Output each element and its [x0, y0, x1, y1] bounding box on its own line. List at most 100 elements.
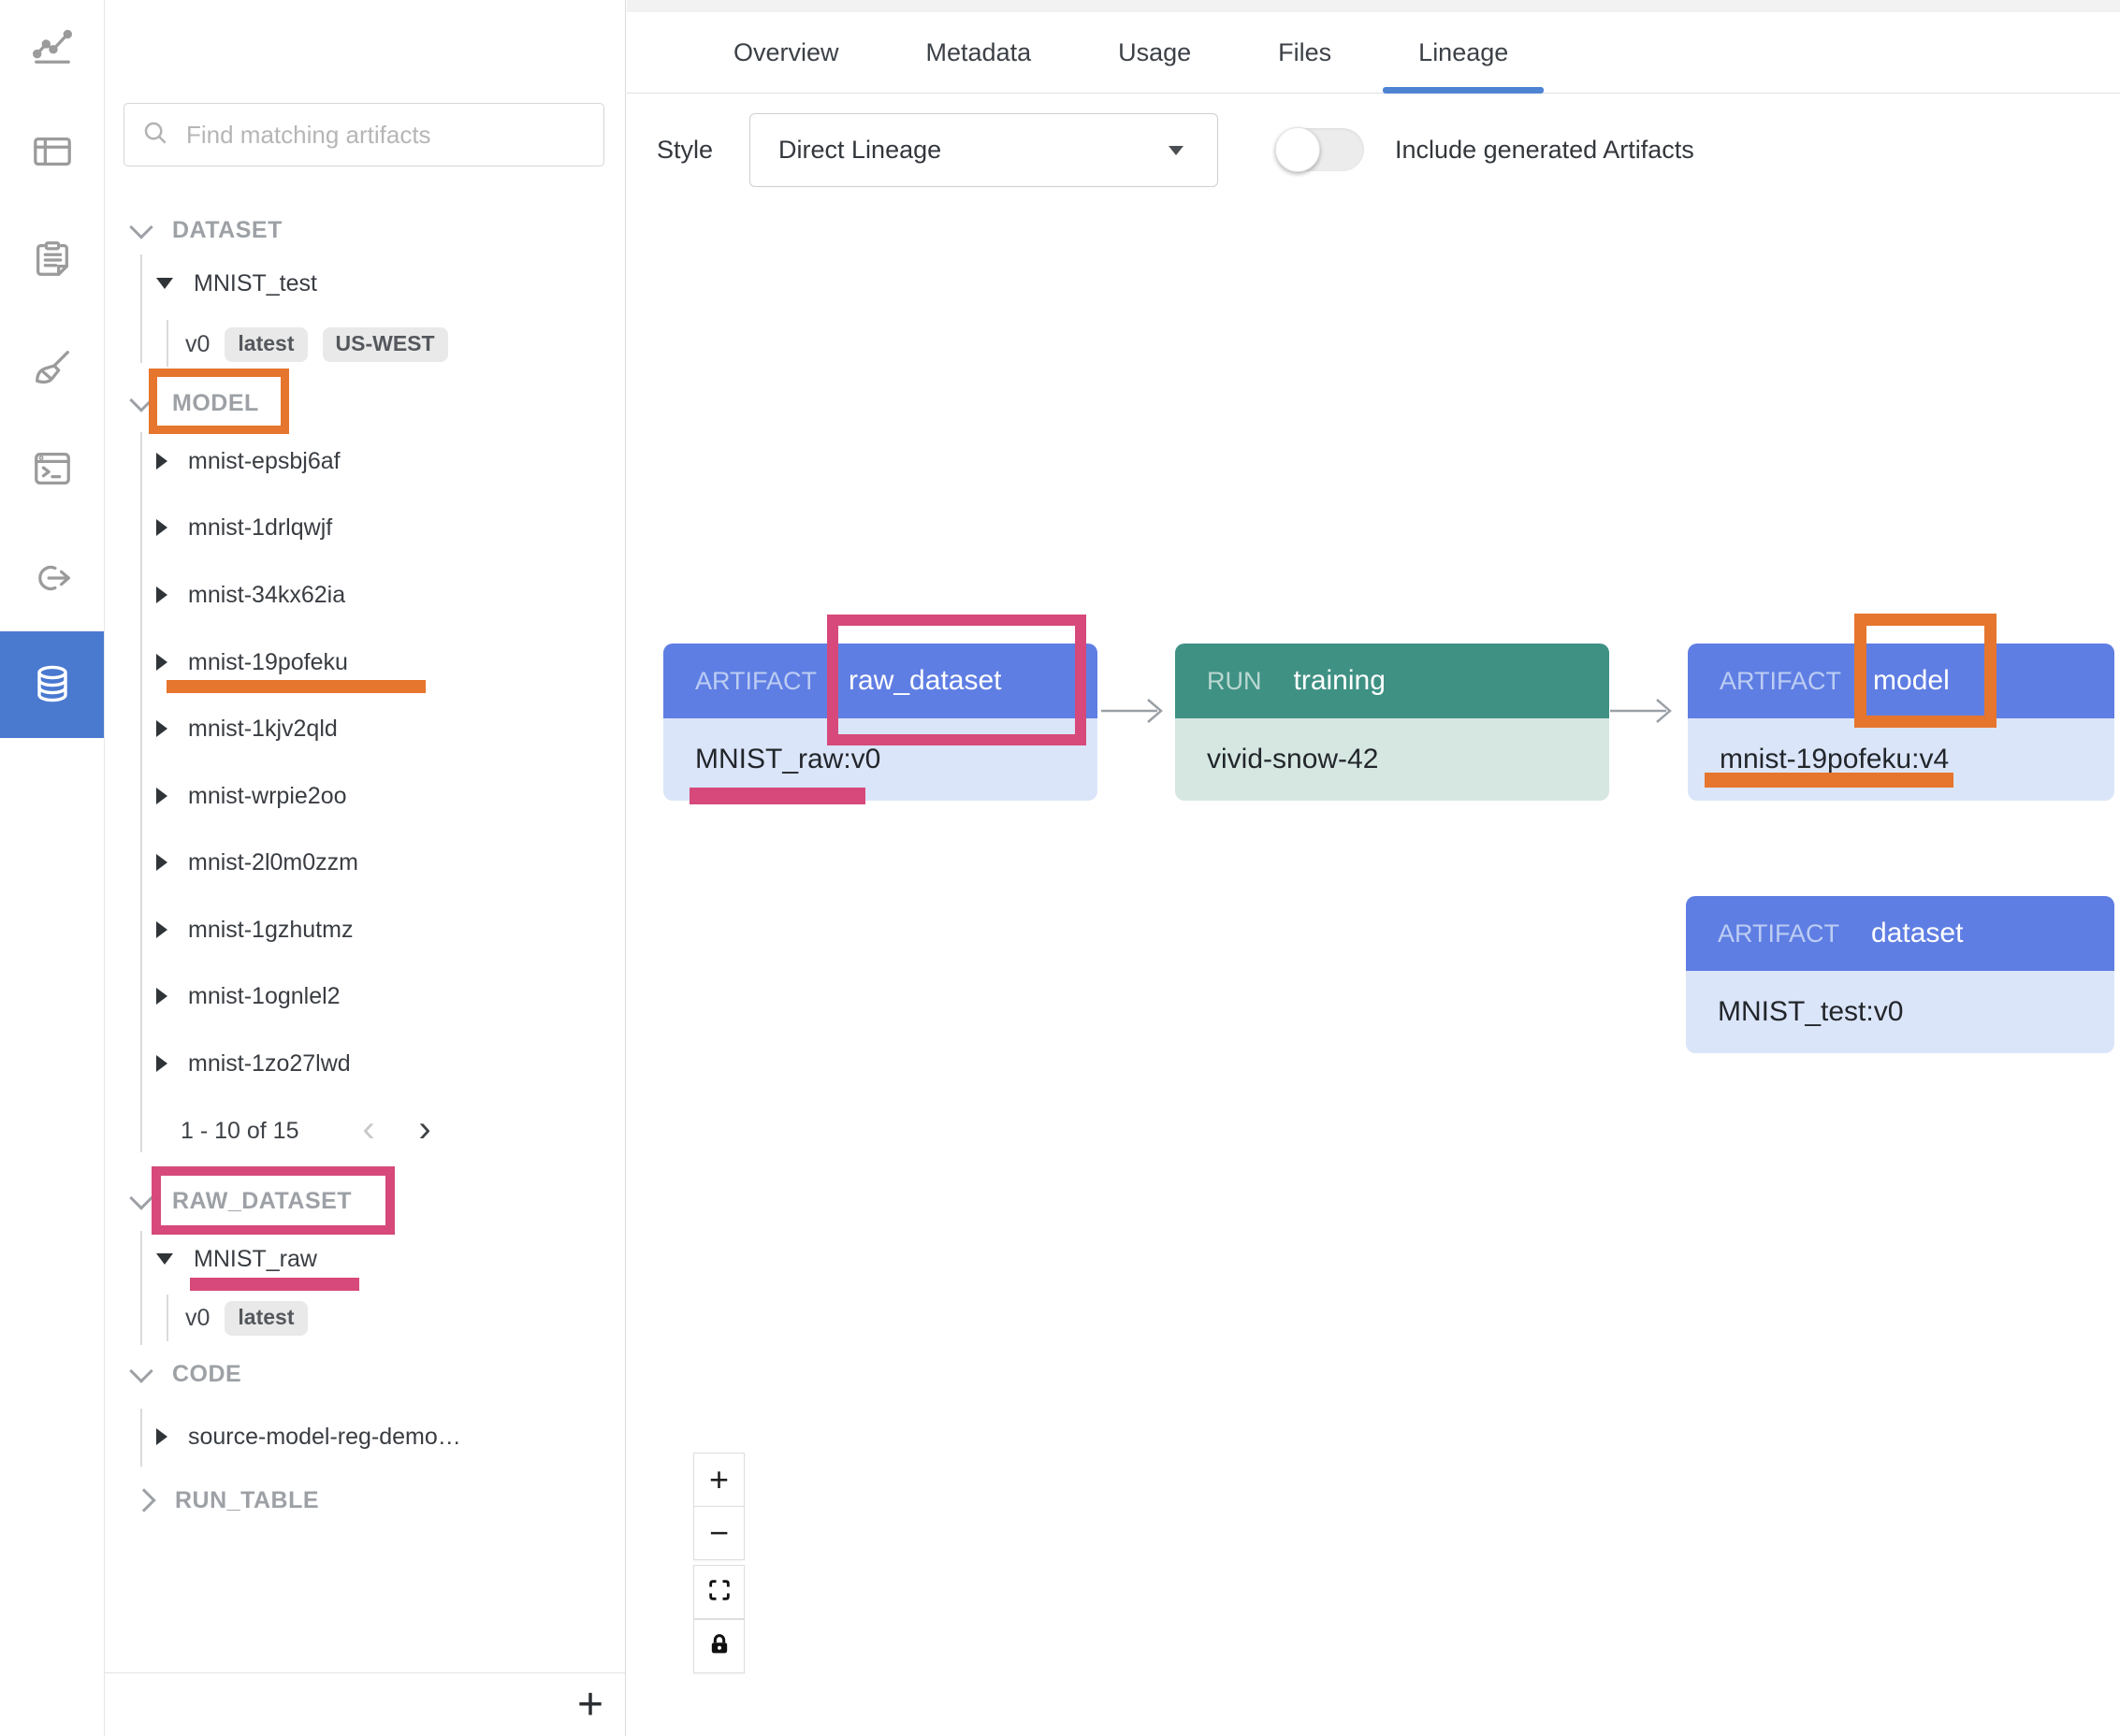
triangle-right-icon — [156, 854, 167, 871]
tab-lineage[interactable]: Lineage — [1383, 12, 1545, 94]
tree-item-model-7[interactable]: mnist-1gzhutmz — [156, 908, 353, 951]
graph-node-dataset[interactable]: ARTIFACT dataset MNIST_test:v0 — [1686, 896, 2114, 1053]
tree-guide — [140, 254, 142, 363]
artifact-name: mnist-1drlqwjf — [188, 514, 333, 541]
dropdown-caret-icon — [1169, 146, 1184, 155]
link-arrow-icon — [31, 557, 74, 602]
tree-section-dataset[interactable]: DATASET — [129, 209, 283, 252]
version-label: v0 — [185, 1304, 211, 1331]
launch-button[interactable] — [0, 532, 104, 626]
tree-item-model-2[interactable]: mnist-34kx62ia — [156, 573, 345, 616]
tree-guide — [167, 1295, 168, 1341]
tab-overview[interactable]: Overview — [698, 12, 875, 93]
style-label: Style — [657, 135, 714, 164]
triangle-right-icon — [156, 720, 167, 737]
tree-section-model[interactable]: MODEL — [129, 382, 259, 425]
panels-icon — [31, 130, 74, 176]
add-artifact-button[interactable]: + — [569, 1680, 612, 1729]
tree-version-row[interactable]: v0 latest — [185, 1296, 308, 1339]
triangle-down-icon — [156, 1253, 173, 1265]
edge-arrow-icon — [1610, 699, 1672, 723]
icon-rail — [0, 0, 105, 1736]
tree-item-model-8[interactable]: mnist-1ognlel2 — [156, 975, 341, 1018]
lineage-controls: Style Direct Lineage Include generated A… — [627, 94, 2120, 206]
section-label: CODE — [172, 1360, 242, 1387]
include-generated-toggle[interactable] — [1275, 127, 1365, 172]
artifact-name: MNIST_test — [194, 269, 317, 297]
tree-section-code[interactable]: CODE — [129, 1353, 242, 1396]
artifact-name: mnist-1ognlel2 — [188, 982, 341, 1009]
lineage-graph-canvas[interactable]: ARTIFACT raw_dataset MNIST_raw:v0 RUN tr… — [627, 207, 2120, 1736]
node-name: mnist-19pofeku:v4 — [1688, 718, 2114, 801]
node-header: RUN training — [1175, 644, 1609, 718]
artifacts-button[interactable] — [0, 631, 104, 738]
fit-view-button[interactable] — [693, 1565, 745, 1619]
pagination-prev-button[interactable]: ‹ — [350, 1107, 387, 1150]
tree-section-run-table[interactable]: RUN_TABLE — [132, 1479, 320, 1522]
node-type: model — [1873, 665, 1950, 696]
triangle-right-icon — [156, 586, 167, 603]
node-header: ARTIFACT raw_dataset — [663, 644, 1097, 718]
tab-metadata[interactable]: Metadata — [891, 12, 1067, 93]
tree-guide — [167, 320, 168, 367]
node-type: training — [1293, 665, 1386, 696]
sweeps-button[interactable] — [0, 322, 104, 415]
section-label: RAW_DATASET — [172, 1187, 353, 1214]
tree-item-model-9[interactable]: mnist-1zo27lwd — [156, 1042, 351, 1085]
zoom-out-button[interactable]: − — [693, 1506, 745, 1560]
tree-item-model-4[interactable]: mnist-1kjv2qld — [156, 707, 338, 750]
fit-view-icon — [706, 1572, 733, 1612]
tree-guide — [140, 432, 142, 1152]
chevron-down-icon — [129, 388, 153, 412]
triangle-right-icon — [156, 654, 167, 671]
graph-node-model[interactable]: ARTIFACT model mnist-19pofeku:v4 — [1688, 644, 2114, 801]
tree-item-mnist-raw[interactable]: MNIST_raw — [156, 1237, 317, 1280]
reports-button[interactable] — [0, 213, 104, 307]
pagination-next-button[interactable]: › — [406, 1107, 443, 1150]
tree-item-model-5[interactable]: mnist-wrpie2oo — [156, 774, 347, 817]
broom-icon — [31, 346, 74, 392]
database-icon — [30, 661, 75, 709]
tree-item-model-3[interactable]: mnist-19pofeku — [156, 641, 348, 684]
tree-item-model-6[interactable]: mnist-2l0m0zzm — [156, 841, 358, 884]
triangle-right-icon — [156, 921, 167, 938]
alias-badge: latest — [225, 326, 308, 362]
artifact-name: mnist-1gzhutmz — [188, 916, 354, 943]
artifact-name: mnist-1zo27lwd — [188, 1049, 351, 1077]
tree-item-model-0[interactable]: mnist-epsbj6af — [156, 440, 341, 483]
style-dropdown[interactable]: Direct Lineage — [749, 112, 1219, 187]
section-label: MODEL — [172, 389, 259, 416]
tree-item-model-1[interactable]: mnist-1drlqwjf — [156, 506, 332, 549]
main-content: Overview Metadata Usage Files Lineage St… — [627, 0, 2120, 1736]
tree-item-code-0[interactable]: source-model-reg-demo… — [156, 1415, 461, 1458]
panels-button[interactable] — [0, 106, 104, 199]
include-generated-label: Include generated Artifacts — [1395, 135, 1694, 164]
triangle-down-icon — [156, 278, 173, 289]
triangle-right-icon — [156, 988, 167, 1005]
toggle-knob — [1275, 127, 1321, 172]
chevron-down-icon — [129, 1186, 153, 1210]
app-root: DATASET MNIST_test v0 latest US-WEST MOD… — [0, 0, 2120, 1736]
section-label: RUN_TABLE — [175, 1486, 320, 1513]
chevron-down-icon — [129, 1359, 153, 1383]
terminal-icon — [31, 447, 74, 493]
graph-node-raw-dataset[interactable]: ARTIFACT raw_dataset MNIST_raw:v0 — [663, 644, 1097, 801]
tab-bar: Overview Metadata Usage Files Lineage — [627, 12, 2120, 94]
triangle-right-icon — [156, 1428, 167, 1445]
tree-version-row[interactable]: v0 latest US-WEST — [185, 323, 448, 366]
artifact-browser-panel: DATASET MNIST_test v0 latest US-WEST MOD… — [105, 0, 626, 1736]
artifact-name: mnist-2l0m0zzm — [188, 848, 358, 875]
tree-item-mnist-test[interactable]: MNIST_test — [156, 262, 317, 305]
pagination-label: 1 - 10 of 15 — [181, 1117, 299, 1144]
terminal-button[interactable] — [0, 423, 104, 516]
workspace-chart-button[interactable] — [0, 0, 104, 94]
top-strip — [627, 0, 2120, 12]
zoom-in-button[interactable]: + — [693, 1453, 745, 1507]
tree-section-raw-dataset[interactable]: RAW_DATASET — [129, 1179, 353, 1222]
lock-button[interactable] — [693, 1619, 745, 1673]
triangle-right-icon — [156, 453, 167, 470]
artifact-name: MNIST_raw — [194, 1245, 317, 1272]
graph-node-training-run[interactable]: RUN training vivid-snow-42 — [1175, 644, 1609, 801]
tab-files[interactable]: Files — [1242, 12, 1367, 93]
tab-usage[interactable]: Usage — [1082, 12, 1227, 93]
